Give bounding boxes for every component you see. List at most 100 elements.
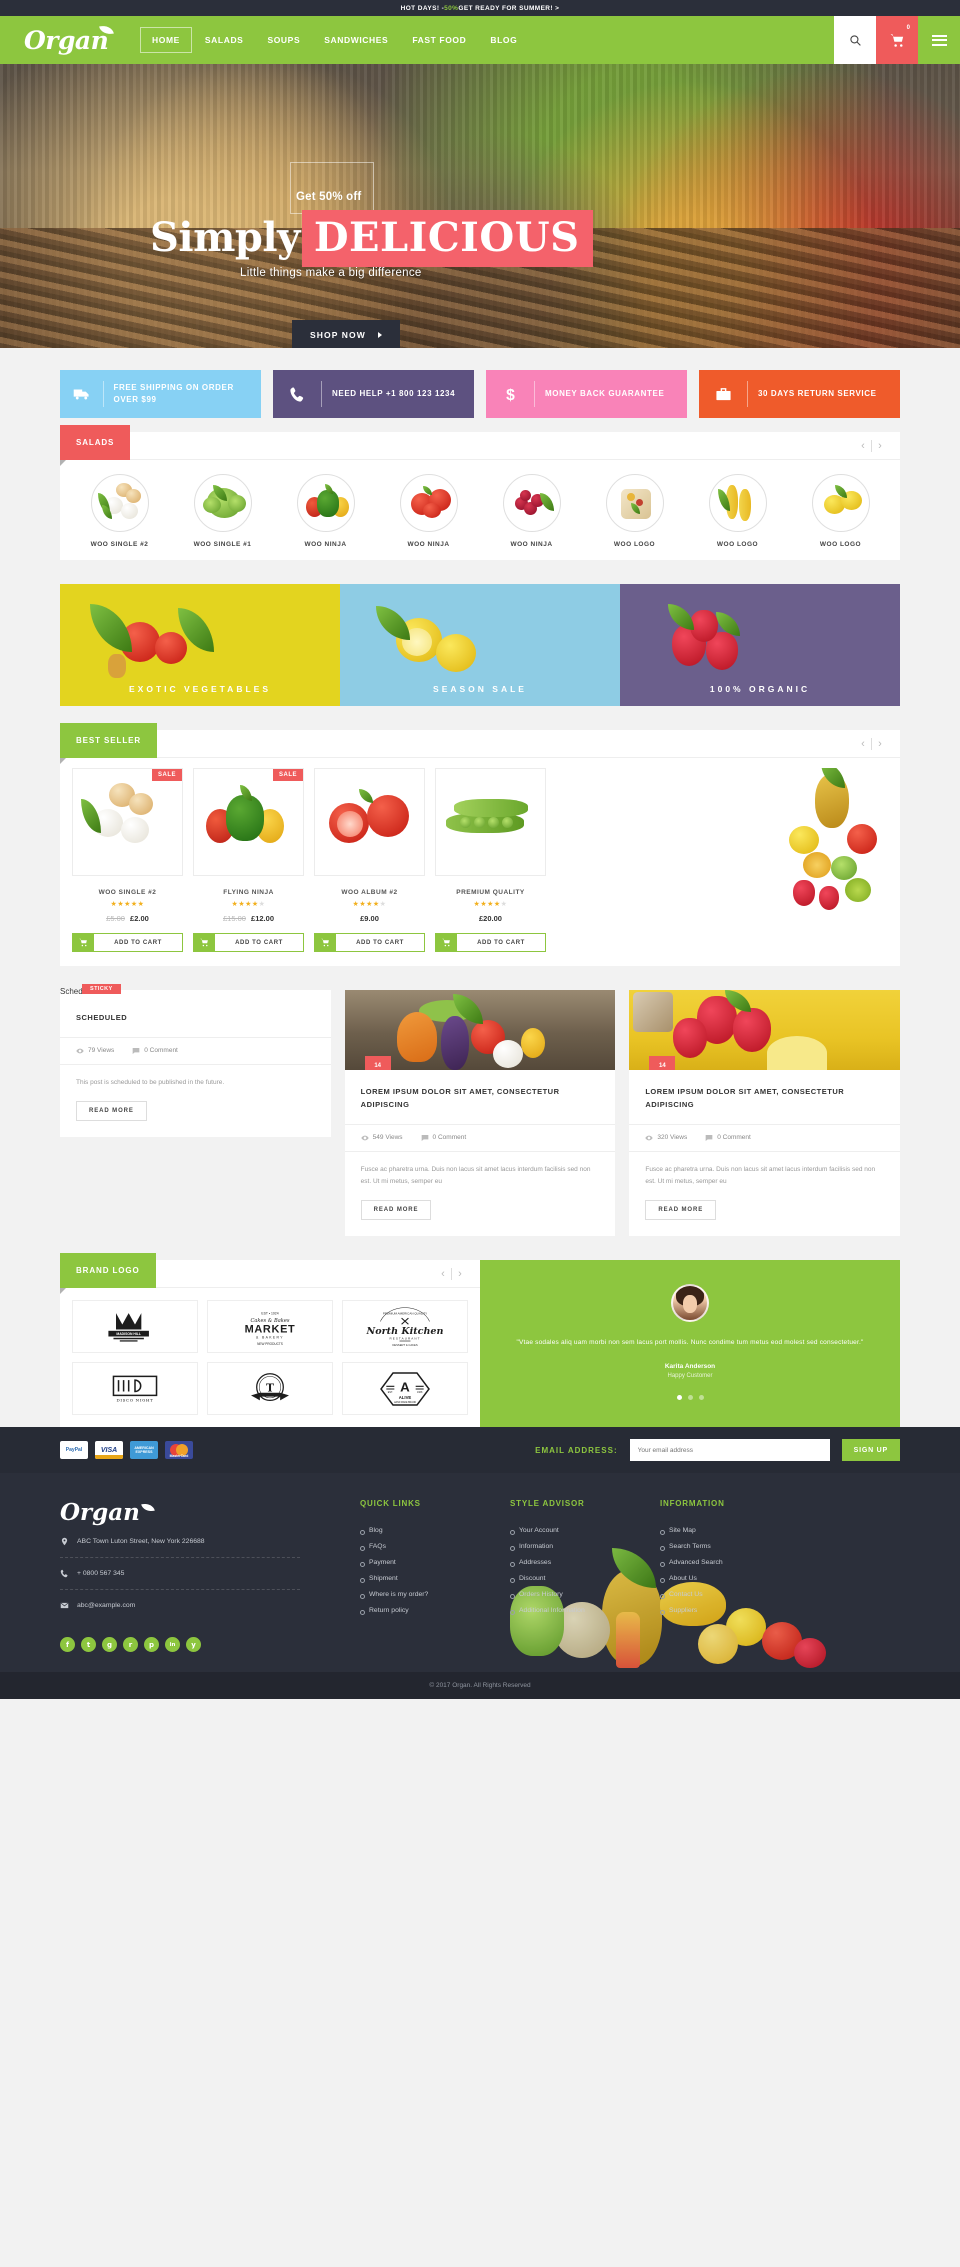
salads-next-button[interactable]: › [872,438,888,454]
nav-item-home[interactable]: HOME [140,27,192,53]
newsletter-email-input[interactable] [629,1439,830,1462]
read-more-button[interactable]: READ MORE [645,1200,717,1221]
nav-item-fast-food[interactable]: FAST FOOD [401,28,477,52]
brand-logo-item[interactable]: PREMIUM AMERICAN QUALITY North Kitchen R… [342,1300,468,1354]
blog-post-image[interactable]: 14 FEB [629,990,901,1070]
footer-link[interactable]: Return policy [360,1602,510,1618]
category-item[interactable]: WOO SINGLE #1 [171,474,274,548]
feature-return-service[interactable]: 30 DAYS RETURN SERVICE [699,370,900,418]
footer-link[interactable]: Payment [360,1554,510,1570]
rss-icon[interactable]: r [123,1637,138,1653]
footer-link[interactable]: Orders History [510,1586,660,1602]
eye-icon [361,1135,369,1140]
add-to-cart-button[interactable]: ADD TO CART [72,933,183,952]
brand-logo-item[interactable]: MADISON HILL [72,1300,198,1354]
product-image[interactable] [435,768,546,876]
footer-link[interactable]: Addresses [510,1554,660,1570]
best-seller-next-button[interactable]: › [872,736,888,752]
footer-link[interactable]: Site Map [660,1522,810,1538]
footer-logo[interactable]: Organ [60,1499,155,1526]
newsletter-signup-button[interactable]: SIGN UP [841,1439,900,1462]
add-to-cart-button[interactable]: ADD TO CART [193,933,304,952]
testimonial-quote: "Vtae sodales aliq uam morbi non sem lac… [516,1339,864,1347]
search-button[interactable] [834,16,876,64]
feature-need-help[interactable]: NEED HELP +1 800 123 1234 [273,370,474,418]
feature-free-shipping[interactable]: FREE SHIPPING ON ORDER OVER $99 [60,370,261,418]
footer-link[interactable]: FAQs [360,1538,510,1554]
svg-text:RESTAURANT: RESTAURANT [389,1336,420,1340]
brand-logo-item[interactable]: T [207,1362,333,1416]
category-item[interactable]: WOO LOGO [686,474,789,548]
footer-link[interactable]: Search Terms [660,1538,810,1554]
cart-button[interactable]: 0 [876,16,918,64]
add-to-cart-button[interactable]: ADD TO CART [314,933,425,952]
feature-label: FREE SHIPPING ON ORDER OVER $99 [113,383,234,404]
add-to-cart-button[interactable]: ADD TO CART [435,933,546,952]
category-item[interactable]: WOO NINJA [480,474,583,548]
testimonial-dot-active[interactable] [676,1395,682,1401]
nav-item-salads[interactable]: SALADS [194,28,255,52]
testimonial-dot[interactable] [698,1395,704,1401]
brand-next-button[interactable]: › [452,1266,468,1282]
banner-season-sale[interactable]: SEASON SALE [340,584,620,706]
category-item[interactable]: WOO LOGO [789,474,892,548]
newsletter-label: EMAIL ADDRESS: [535,1445,618,1455]
pinterest-icon[interactable]: p [144,1637,159,1653]
google-plus-icon[interactable]: g [102,1637,117,1653]
feature-money-back[interactable]: $ MONEY BACK GUARANTEE [486,370,687,418]
brand-prev-button[interactable]: ‹ [435,1266,451,1282]
brand-logo-tag: BRAND LOGO [60,1253,156,1295]
product-image[interactable]: SALE [193,768,304,876]
blog-post: 14 FEB LOREM IPSUM DOLOR SIT AMET, CONSE… [629,990,901,1237]
read-more-button[interactable]: READ MORE [76,1101,147,1122]
blog-post-title[interactable]: LOREM IPSUM DOLOR SIT AMET, CONSECTETUR … [344,1070,616,1125]
nav-item-sandwiches[interactable]: SANDWICHES [313,28,399,52]
banner-label: 100% ORGANIC [709,684,811,694]
read-more-button[interactable]: READ MORE [360,1200,432,1221]
header-actions: 0 [834,16,960,64]
avatar [671,1284,709,1323]
category-item[interactable]: WOO SINGLE #2 [68,474,171,548]
linkedin-icon[interactable]: in [165,1637,180,1653]
promo-topbar[interactable]: HOT DAYS! - 50% GET READY FOR SUMMER! > [0,0,960,16]
menu-toggle-button[interactable] [918,16,960,64]
category-item[interactable]: WOO NINJA [274,474,377,548]
footer-link[interactable]: Advanced Search [660,1554,810,1570]
footer-link[interactable]: Discount [510,1570,660,1586]
best-seller-prev-button[interactable]: ‹ [855,736,871,752]
youtube-icon[interactable]: y [186,1637,201,1653]
shop-now-button[interactable]: SHOP NOW [292,320,400,348]
footer-link[interactable]: Blog [360,1522,510,1538]
footer-link[interactable]: Contact Us [660,1586,810,1602]
blog-post-title[interactable]: LOREM IPSUM DOLOR SIT AMET, CONSECTETUR … [629,1070,901,1125]
blog-post-image[interactable]: 14 FEB [344,990,616,1070]
footer-link[interactable]: Suppliers [660,1602,810,1618]
testimonial-dot[interactable] [687,1395,693,1401]
product-image[interactable]: SALE [72,768,183,876]
category-item[interactable]: WOO LOGO [583,474,686,548]
best-seller-side-banner[interactable] [785,768,888,952]
footer-link[interactable]: Shipment [360,1570,510,1586]
nav-item-blog[interactable]: BLOG [479,28,528,52]
footer-link[interactable]: Where is my order? [360,1586,510,1602]
category-item[interactable]: WOO NINJA [377,474,480,548]
facebook-icon[interactable]: f [60,1637,75,1653]
footer-link[interactable]: Information [510,1538,660,1554]
blog-post-excerpt: Fusce ac pharetra urna. Duis non lacus s… [645,1165,876,1185]
blog-post-title[interactable]: SCHEDULED [60,990,331,1038]
nav-item-soups[interactable]: SOUPS [256,28,311,52]
brand-logo-item[interactable]: DISCO NIGHT [72,1362,198,1416]
dollar-icon: $ [486,386,534,403]
banner-exotic-vegetables[interactable]: EXOTIC VEGETABLES [60,584,340,706]
twitter-icon[interactable]: t [81,1637,96,1653]
site-logo[interactable]: Organ [0,16,130,64]
brand-logo-item[interactable]: A EST. 1968 ALIVE HAND MADE BRAND [342,1362,468,1416]
brand-logo-item[interactable]: EST • 1924 Cakes & Bakes MARKET & BAKERY… [207,1300,333,1354]
footer-link[interactable]: Additional Information [510,1602,660,1618]
brand-logo-grid: MADISON HILL EST • 1924 Cakes & Bakes MA… [60,1288,480,1427]
salads-prev-button[interactable]: ‹ [855,438,871,454]
product-image[interactable] [314,768,425,876]
banner-organic[interactable]: 100% ORGANIC [620,584,900,706]
footer-link[interactable]: Your Account [510,1522,660,1538]
footer-link[interactable]: About Us [660,1570,810,1586]
